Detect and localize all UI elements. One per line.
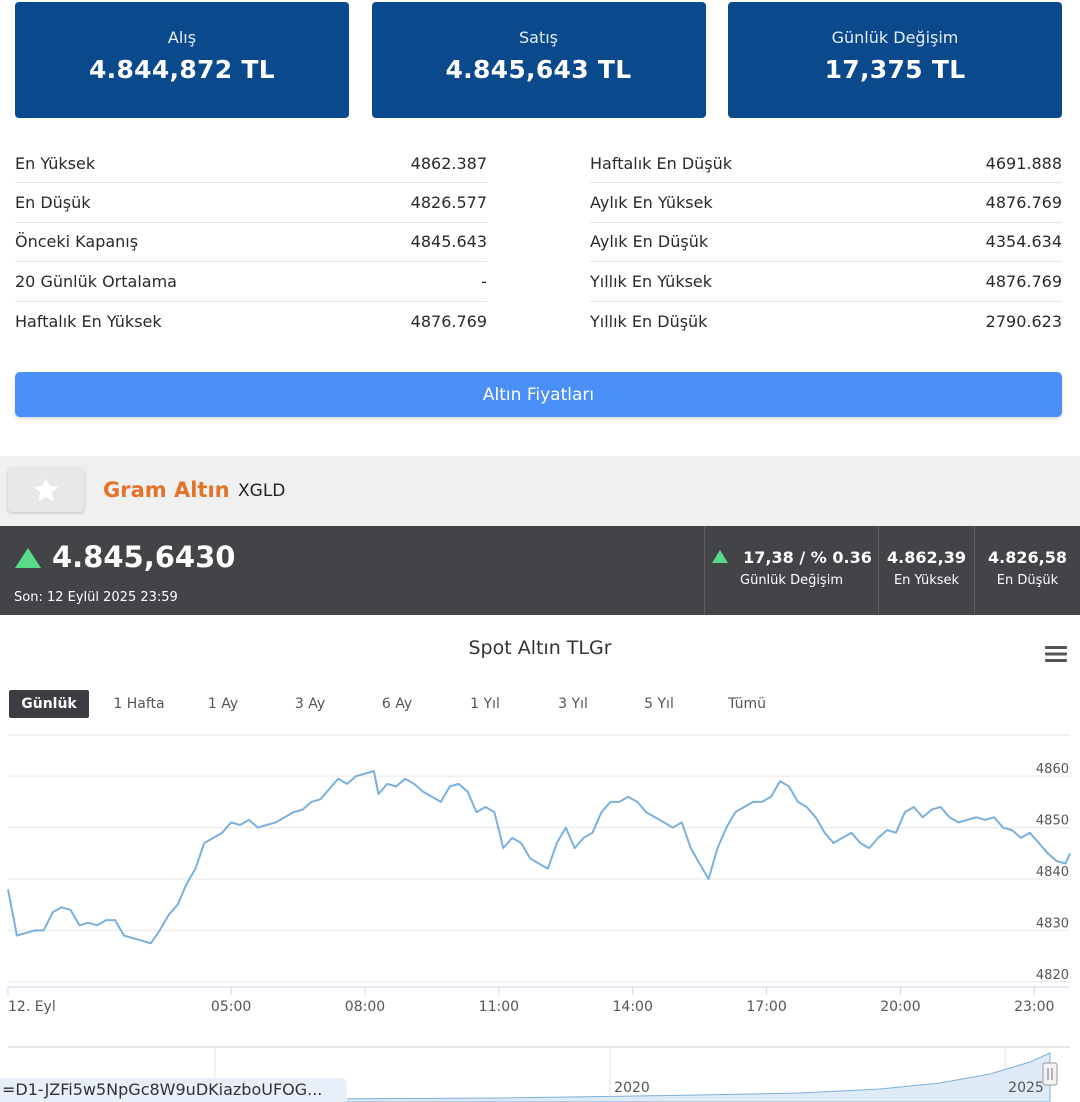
low-cell: 4.826,58 En Düşük	[974, 526, 1080, 615]
buy-card: Alış 4.844,872 TL	[15, 2, 349, 118]
favorite-button[interactable]	[8, 468, 84, 512]
buy-label: Alış	[167, 28, 197, 47]
sell-value: 4.845,643 TL	[445, 55, 632, 84]
high-label: En Yüksek	[893, 573, 960, 588]
range-button-6-months[interactable]: 6 Ay	[369, 690, 425, 718]
price-chart[interactable]: 4820 4830 4840 4850 4860 12. Eyl 05:00 08:00 11:…	[0, 615, 1080, 1102]
daily-change-label: Günlük Değişim	[740, 573, 843, 588]
daily-change-row: 17,38 / % 0.36	[705, 548, 878, 567]
statistics-table: En Yüksek 4862.387 En Düşük 4826.577 Öncek…	[15, 144, 1062, 341]
stat-value: 4876.769	[410, 311, 487, 331]
chart-area: 4820 4830 4840 4850 4860 12. Eyl 05:00 08:00 11:…	[0, 615, 1080, 1102]
stat-label: Haftalık En Yüksek	[15, 311, 162, 331]
range-button-1-week[interactable]: 1 Hafta	[103, 690, 175, 718]
stat-label: Aylık En Yüksek	[590, 193, 713, 213]
range-button-1-month[interactable]: 1 Ay	[195, 690, 251, 718]
stat-value: 4354.634	[985, 232, 1062, 252]
stat-row: Aylık En Düşük 4354.634	[590, 223, 1062, 263]
stat-row: Aylık En Yüksek 4876.769	[590, 183, 1062, 223]
range-button-all[interactable]: Tümü	[717, 690, 777, 718]
stat-label: Aylık En Düşük	[590, 232, 709, 252]
stat-value: 2790.623	[985, 311, 1062, 331]
asset-name: Gram Altın	[103, 478, 230, 502]
sell-label: Satış	[518, 28, 558, 47]
x-tick-label: 17:00	[746, 999, 786, 1015]
y-tick-label: 4860	[1036, 762, 1069, 777]
stat-row: Haftalık En Düşük 4691.888	[590, 144, 1062, 184]
sell-card: Satış 4.845,643 TL	[371, 2, 706, 118]
low-value: 4.826,58	[988, 548, 1067, 567]
asset-title-bar: Gram Altın XGLD	[0, 456, 1080, 526]
stat-label: Önceki Kapanış	[15, 232, 139, 252]
asset-code: XGLD	[238, 481, 286, 501]
y-tick-label: 4840	[1036, 865, 1069, 880]
price-series-line	[7, 770, 1071, 945]
x-tick-label: 05:00	[211, 999, 251, 1015]
stat-label: Yıllık En Düşük	[590, 311, 708, 331]
high-cell: 4.862,39 En Yüksek	[878, 526, 974, 615]
stat-value: 4876.769	[985, 271, 1062, 291]
chart-title: Spot Altın TLGr	[468, 637, 612, 659]
statistics-right-column: Haftalık En Düşük 4691.888 Aylık En Yükse…	[590, 144, 1062, 341]
stat-label: En Yüksek	[15, 153, 96, 173]
stat-value: -	[481, 271, 487, 291]
stat-value: 4826.577	[410, 193, 487, 213]
quote-bar: 4.845,6430 Son: 12 Eylül 2025 23:59 17,3…	[0, 526, 1080, 615]
range-button-5-years[interactable]: 5 Yıl	[631, 690, 687, 718]
range-button-3-months[interactable]: 3 Ay	[282, 690, 338, 718]
x-tick-label: 14:00	[613, 999, 653, 1015]
x-tick-label: 20:00	[880, 999, 920, 1015]
stat-label: 20 Günlük Ortalama	[15, 271, 177, 291]
y-tick-label: 4830	[1036, 916, 1069, 931]
stat-label: Yıllık En Yüksek	[590, 271, 713, 291]
navigator-label-2025: 2025	[1008, 1080, 1044, 1096]
stat-row: Yıllık En Yüksek 4876.769	[590, 262, 1062, 302]
url-tooltip: =D1-JZFi5w5NpGc8W9uDKiazboUFOG...	[0, 1078, 347, 1102]
range-button-1-year[interactable]: 1 Yıl	[457, 690, 513, 718]
x-tick-label: 12. Eyl	[8, 999, 56, 1015]
current-price: 4.845,6430	[52, 540, 236, 574]
menu-icon[interactable]	[1045, 645, 1067, 663]
statistics-left-column: En Yüksek 4862.387 En Düşük 4826.577 Öncek…	[15, 144, 487, 341]
stat-row: Yıllık En Düşük 2790.623	[590, 302, 1062, 341]
last-update: Son: 12 Eylül 2025 23:59	[14, 590, 178, 605]
x-tick-label: 11:00	[479, 999, 519, 1015]
x-tick-label: 23:00	[1014, 999, 1054, 1015]
x-tick-label: 08:00	[345, 999, 385, 1015]
low-label: En Düşük	[996, 573, 1059, 588]
range-button-daily[interactable]: Günlük	[9, 690, 89, 718]
daily-change-value: 17,375 TL	[824, 55, 966, 84]
stat-row: En Yüksek 4862.387	[15, 144, 487, 184]
stat-value: 4876.769	[985, 193, 1062, 213]
buy-value: 4.844,872 TL	[88, 55, 276, 84]
star-icon	[33, 478, 59, 502]
stat-label: Haftalık En Düşük	[590, 153, 733, 173]
up-triangle-icon	[15, 548, 41, 568]
y-tick-label: 4820	[1036, 968, 1069, 983]
stat-row: Haftalık En Yüksek 4876.769	[15, 302, 487, 341]
daily-change-label: Günlük Değişim	[831, 28, 959, 47]
stat-row: 20 Günlük Ortalama -	[15, 262, 487, 302]
stat-value: 4845.643	[410, 232, 487, 252]
navigator-label-2020: 2020	[614, 1080, 650, 1096]
high-value: 4.862,39	[887, 548, 966, 567]
gold-prices-button[interactable]: Altın Fiyatları	[15, 372, 1062, 417]
daily-change-cell: 17,38 / % 0.36 Günlük Değişim	[704, 526, 878, 615]
stat-value: 4691.888	[985, 153, 1062, 173]
stat-label: En Düşük	[15, 193, 91, 213]
daily-change-value: 17,38 / % 0.36	[743, 548, 872, 567]
stat-row: En Düşük 4826.577	[15, 183, 487, 223]
stat-row: Önceki Kapanış 4845.643	[15, 223, 487, 263]
daily-change-card: Günlük Değişim 17,375 TL	[728, 2, 1062, 118]
price-cards: Alış 4.844,872 TL Satış 4.845,643 TL Gün…	[15, 2, 1062, 118]
range-button-3-years[interactable]: 3 Yıl	[545, 690, 601, 718]
y-tick-label: 4850	[1036, 814, 1069, 829]
stat-value: 4862.387	[410, 153, 487, 173]
navigator-handle	[1042, 1062, 1058, 1086]
up-triangle-icon	[712, 550, 729, 563]
